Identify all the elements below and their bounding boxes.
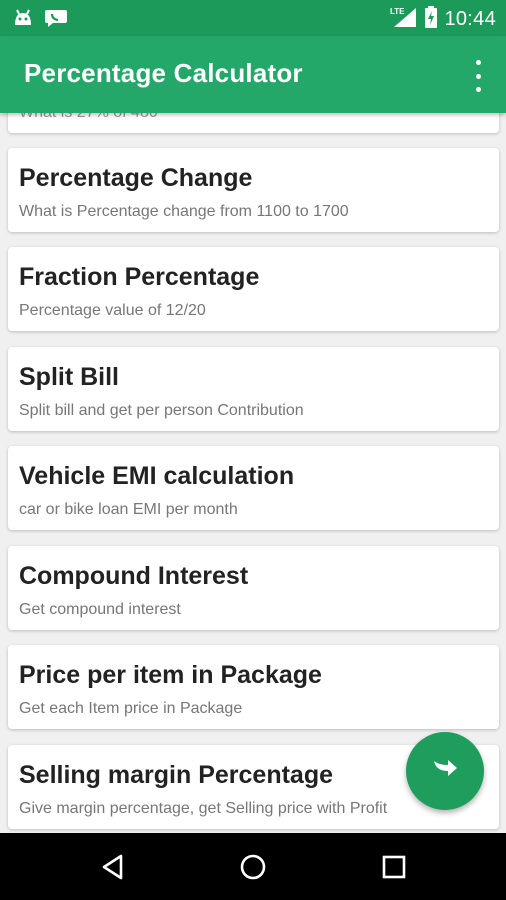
list-item-title: Selling margin Percentage [19, 761, 333, 789]
list-item-compound-interest[interactable]: Compound Interest Get compound interest [8, 546, 499, 630]
android-icon [12, 7, 34, 34]
list-item-subtitle: Give margin percentage, get Selling pric… [19, 800, 388, 817]
list-item-subtitle: What is Percentage change from 1100 to 1… [19, 203, 349, 220]
app-bar: Percentage Calculator [0, 36, 506, 113]
list-item-title: Percentage Change [19, 164, 253, 192]
list-item-title: Vehicle EMI calculation [19, 462, 295, 490]
share-arrow-icon [430, 757, 460, 786]
navigation-bar [0, 833, 506, 900]
home-icon[interactable] [237, 851, 269, 883]
list-item-subtitle: Percentage value of 12/20 [19, 302, 206, 319]
more-vertical-icon[interactable] [466, 60, 490, 92]
list-item-subtitle: Get each Item price in Package [19, 700, 243, 717]
list-item-title: Compound Interest [19, 562, 249, 590]
back-icon[interactable] [97, 851, 129, 883]
list-item-title: Price per item in Package [19, 661, 322, 689]
list-item-subtitle: Split bill and get per person Contributi… [19, 402, 304, 419]
list-item-title: Fraction Percentage [19, 263, 260, 291]
page-title: Percentage Calculator [24, 58, 303, 88]
battery-icon [424, 6, 438, 33]
signal-icon: LTE [390, 6, 418, 33]
status-bar: LTE 10:44 [0, 0, 506, 36]
list-item-percentage-change[interactable]: Percentage Change What is Percentage cha… [8, 148, 499, 232]
list-item-subtitle: car or bike loan EMI per month [19, 501, 238, 518]
list-item-title: Split Bill [19, 363, 119, 391]
list-item-price-per-item[interactable]: Price per item in Package Get each Item … [8, 645, 499, 729]
status-time: 10:44 [444, 8, 496, 30]
list-item-subtitle: What is 27% of 480 [19, 113, 158, 122]
list-item-fraction-percentage[interactable]: Fraction Percentage Percentage value of … [8, 247, 499, 331]
list-item-split-bill[interactable]: Split Bill Split bill and get per person… [8, 347, 499, 431]
share-button[interactable] [406, 732, 484, 810]
network-label: LTE [390, 7, 405, 16]
list-item-subtitle: Get compound interest [19, 601, 181, 618]
list-item-partial[interactable]: What is 27% of 480 [8, 113, 499, 133]
calculator-list: What is 27% of 480 Percentage Change Wha… [0, 113, 506, 833]
list-item-vehicle-emi[interactable]: Vehicle EMI calculation car or bike loan… [8, 446, 499, 530]
phone-chat-icon [44, 7, 68, 34]
recents-icon[interactable] [378, 851, 410, 883]
